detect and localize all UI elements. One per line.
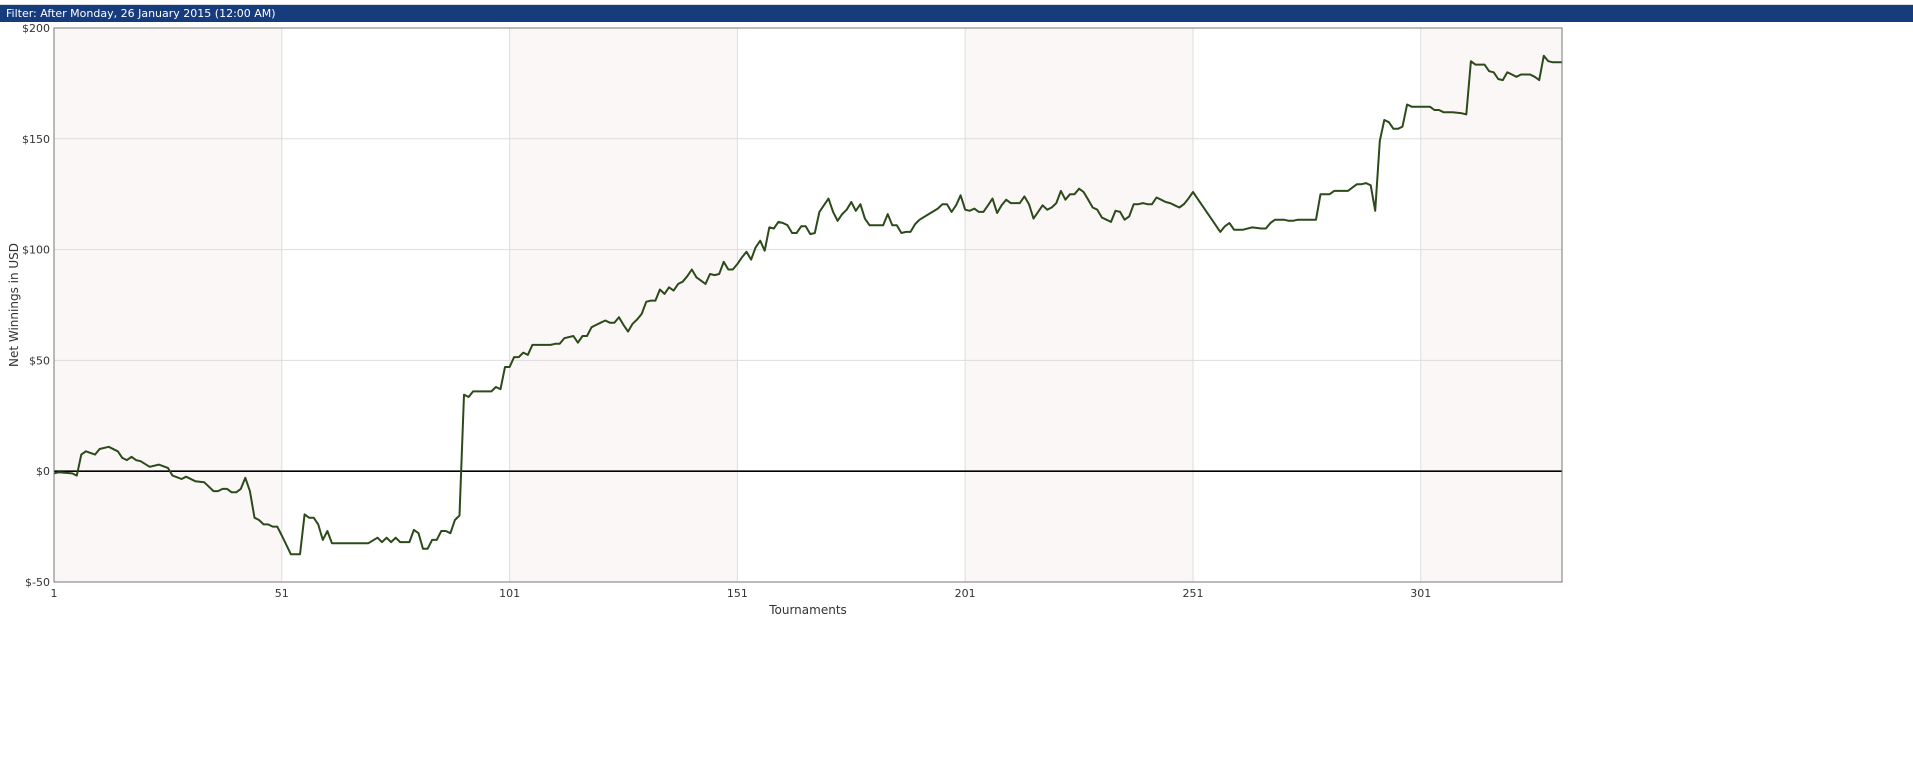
x-axis-ticks: 1 51 101 151 201 251 301: [51, 587, 1432, 600]
y-axis-ticks: $-50 $0 $50 $100 $150 $200: [22, 22, 50, 589]
shaded-band: [54, 28, 282, 582]
x-tick-label: 251: [1182, 587, 1203, 600]
shaded-bands: [54, 28, 1562, 582]
shaded-band: [509, 28, 738, 582]
x-tick-label: 201: [955, 587, 976, 600]
y-tick-label: $50: [29, 354, 50, 367]
filter-bar-text: After Monday, 26 January 2015 (12:00 AM): [40, 7, 276, 20]
x-tick-label: 51: [275, 587, 289, 600]
x-tick-label: 101: [499, 587, 520, 600]
y-tick-label: $200: [22, 22, 50, 35]
shaded-band: [965, 28, 1193, 582]
y-tick-label: $100: [22, 244, 50, 257]
x-tick-label: 1: [51, 587, 58, 600]
x-tick-label: 151: [727, 587, 748, 600]
y-tick-label: $150: [22, 133, 50, 146]
x-tick-label: 301: [1410, 587, 1431, 600]
filter-bar: Filter: After Monday, 26 January 2015 (1…: [0, 5, 1913, 22]
filter-bar-prefix: Filter:: [6, 7, 37, 20]
y-tick-label: $0: [36, 465, 50, 478]
y-axis-title: Net Winnings in USD: [7, 243, 21, 367]
y-tick-label: $-50: [25, 576, 50, 589]
net-winnings-chart: 1 51 101 151 201 251 301 $-50$0$50$100$150$200…: [7, 22, 1563, 617]
x-axis-title: Tournaments: [768, 603, 847, 617]
